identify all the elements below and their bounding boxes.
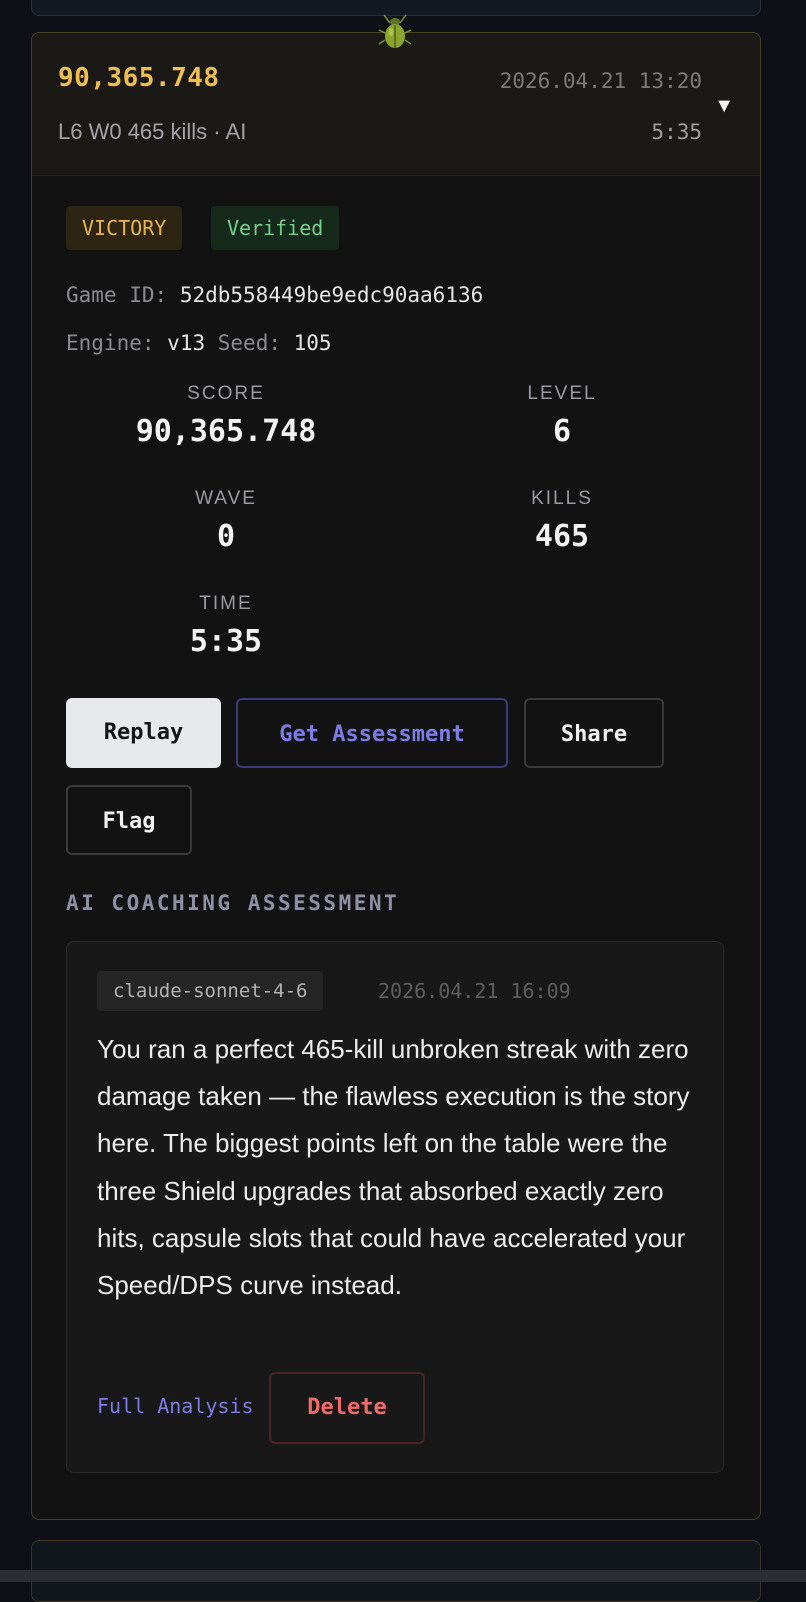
model-tag: claude-sonnet-4-6 xyxy=(97,971,324,1011)
seed-label: Seed: xyxy=(217,331,281,355)
stat-kills-label: KILLS xyxy=(531,488,593,509)
stat-wave: WAVE 0 xyxy=(96,488,356,554)
verified-badge: Verified xyxy=(211,206,340,250)
flag-button[interactable]: Flag xyxy=(66,785,192,855)
run-card-header[interactable]: 90,365.748 2026.04.21 13:20 L6 W0 465 ki… xyxy=(32,33,760,176)
run-date: 2026.04.21 13:20 xyxy=(499,69,702,93)
stat-wave-value: 0 xyxy=(216,519,236,554)
stat-score-label: SCORE xyxy=(187,383,265,404)
assessment-panel: claude-sonnet-4-6 2026.04.21 16:09 You r… xyxy=(66,941,724,1473)
replay-button[interactable]: Replay xyxy=(66,698,221,768)
game-id-line: Game ID: 52db558449be9edc90aa6136 xyxy=(66,283,483,307)
run-summary: L6 W0 465 kills · AI xyxy=(58,119,247,144)
bottom-scroll-strip xyxy=(0,1570,806,1582)
get-assessment-button[interactable]: Get Assessment xyxy=(236,698,508,768)
header-score: 90,365.748 xyxy=(58,63,220,93)
run-card: 90,365.748 2026.04.21 13:20 L6 W0 465 ki… xyxy=(31,32,761,1520)
stat-time-label: TIME xyxy=(199,593,253,614)
stat-score-value: 90,365.748 xyxy=(135,414,317,449)
stat-time: TIME 5:35 xyxy=(96,593,356,659)
victory-badge: VICTORY xyxy=(66,206,183,250)
stat-level-label: LEVEL xyxy=(527,383,597,404)
assessment-text: You ran a perfect 465-kill unbroken stre… xyxy=(97,1034,690,1301)
stat-time-value: 5:35 xyxy=(189,624,263,659)
game-id-value: 52db558449be9edc90aa6136 xyxy=(179,283,484,307)
stat-kills-value: 465 xyxy=(534,519,590,554)
stat-level: LEVEL 6 xyxy=(432,383,692,449)
stat-wave-label: WAVE xyxy=(195,488,257,509)
stat-level-value: 6 xyxy=(552,414,572,449)
bug-icon xyxy=(378,14,412,48)
stat-score: SCORE 90,365.748 xyxy=(96,383,356,449)
engine-label: Engine: xyxy=(66,331,155,355)
delete-button[interactable]: Delete xyxy=(269,1372,425,1444)
stat-kills: KILLS 465 xyxy=(432,488,692,554)
run-duration: 5:35 xyxy=(651,120,702,144)
full-analysis-link[interactable]: Full Analysis xyxy=(97,1394,254,1418)
share-button[interactable]: Share xyxy=(524,698,664,768)
assessment-date: 2026.04.21 16:09 xyxy=(378,979,571,1003)
game-id-label: Game ID: xyxy=(66,283,168,307)
caret-down-icon[interactable]: ▼ xyxy=(714,95,734,118)
seed-value: 105 xyxy=(293,331,332,355)
engine-value: v13 xyxy=(167,331,206,355)
coaching-section-title: AI COACHING ASSESSMENT xyxy=(66,891,400,915)
engine-seed-line: Engine: v13 Seed: 105 xyxy=(66,331,332,355)
